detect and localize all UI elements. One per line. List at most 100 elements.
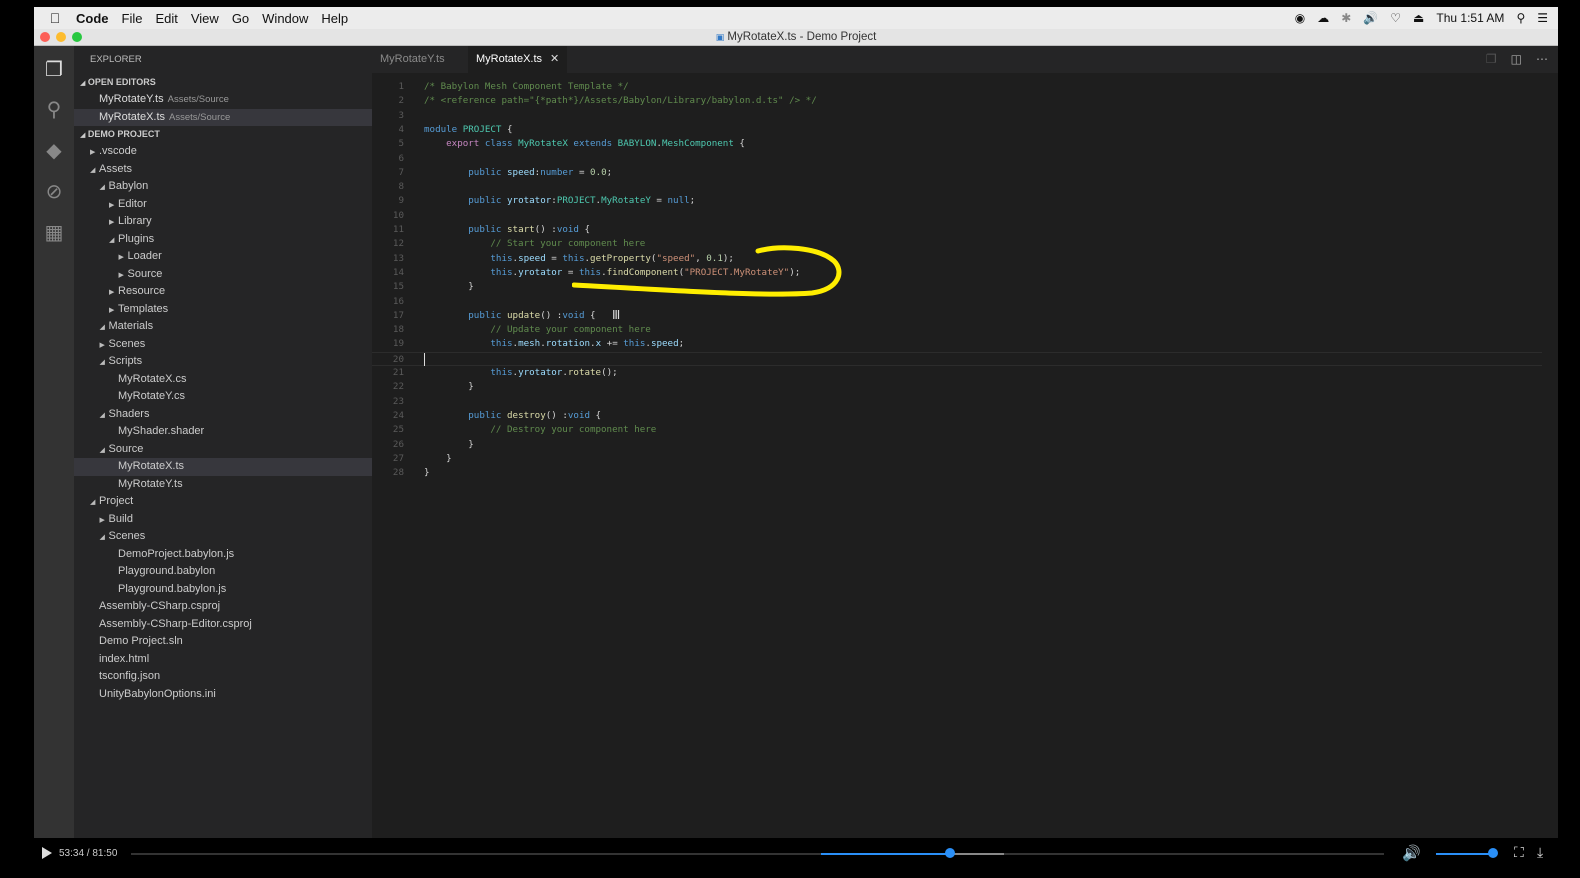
code-line[interactable]: 13 this.speed = this.getProperty("speed"… [372,252,1542,266]
play-icon[interactable] [42,847,52,859]
tab-myrotatey[interactable]: MyRotateY.ts [372,46,453,73]
tree-file-item[interactable]: UnityBabylonOptions.ini [74,686,372,704]
tree-folder-item[interactable]: ◢ Project [74,493,372,511]
code-line[interactable]: 28} [372,466,1542,480]
debug-icon[interactable]: ⊘ [42,180,66,204]
code-line[interactable]: 16 [372,295,1542,309]
tree-folder-item[interactable]: ◢ Scripts [74,353,372,371]
tree-folder-item[interactable]: ▶ Templates [74,301,372,319]
code-line[interactable]: 12 // Start your component here [372,237,1542,251]
code-line[interactable]: 21 this.yrotator.rotate(); [372,366,1542,380]
tree-file-item[interactable]: DemoProject.babylon.js [74,546,372,564]
volume-slider[interactable] [1436,853,1496,855]
tree-folder-item[interactable]: ▶ Build [74,511,372,529]
split-editor-icon[interactable]: ◫ [1511,46,1522,73]
tree-file-item[interactable]: MyRotateX.ts [74,458,372,476]
menu-window[interactable]: Window [262,11,308,26]
code-line[interactable]: 20 [372,351,1542,366]
extensions-icon[interactable]: ▦ [42,221,66,245]
menubar-clock[interactable]: Thu 1:51 AM [1436,11,1504,25]
open-changes-icon[interactable]: ❐ [1486,46,1497,73]
code-line[interactable]: 24 public destroy() :void { [372,409,1542,423]
tree-folder-item[interactable]: ▶ Editor [74,196,372,214]
tree-file-item[interactable]: MyShader.shader [74,423,372,441]
eject-icon[interactable]: ⏏ [1413,11,1424,25]
code-line[interactable]: 6 [372,152,1542,166]
tree-file-item[interactable]: Assembly-CSharp.csproj [74,598,372,616]
tree-folder-item[interactable]: ▶ .vscode [74,143,372,161]
cloud-status-icon[interactable]: ☁ [1317,11,1329,25]
code-line[interactable]: 26 } [372,438,1542,452]
bluetooth-icon[interactable]: ✱ [1341,11,1351,25]
open-editors-section[interactable]: ◢ OPEN EDITORS [74,74,372,91]
search-icon[interactable]: ⚲ [42,98,66,122]
tree-folder-item[interactable]: ▶ Library [74,213,372,231]
code-line[interactable]: 23 [372,395,1542,409]
menu-view[interactable]: View [191,11,219,26]
code-line[interactable]: 2 /* <reference path="{*path*}/Assets/Bab… [372,94,1542,108]
code-line[interactable]: 7 public speed:number = 0.0; [372,166,1542,180]
tree-folder-item[interactable]: ▶ Scenes [74,336,372,354]
tree-file-item[interactable]: Assembly-CSharp-Editor.csproj [74,616,372,634]
seek-bar[interactable] [131,853,1384,855]
code-line[interactable]: 18 // Update your component here [372,323,1542,337]
git-icon[interactable]: ◆ [42,139,66,163]
explorer-files-icon[interactable]: ❐ [42,58,66,82]
tree-file-item[interactable]: Playground.babylon [74,563,372,581]
tab-myrotatex[interactable]: MyRotateX.ts ✕ [468,46,568,73]
nvidia-status-icon[interactable]: ◉ [1295,11,1305,25]
tree-file-item[interactable]: tsconfig.json [74,668,372,686]
project-section[interactable]: ◢ DEMO PROJECT [74,126,372,143]
menu-app-name[interactable]: Code [76,11,109,26]
tree-folder-item[interactable]: ▶ Source [74,266,372,284]
code-line[interactable]: 11 public start() :void { [372,223,1542,237]
menu-help[interactable]: Help [321,11,348,26]
tree-folder-item[interactable]: ◢ Scenes [74,528,372,546]
code-line[interactable]: 14 this.yrotator = this.findComponent("P… [372,266,1542,280]
tree-file-item[interactable]: MyRotateY.cs [74,388,372,406]
code-editor[interactable]: Ⅲ 1/* Babylon Mesh Component Template */… [372,73,1558,838]
notification-center-icon[interactable]: ☰ [1537,11,1548,25]
tree-file-item[interactable]: MyRotateY.ts [74,476,372,494]
code-line[interactable]: 8 [372,180,1542,194]
fullscreen-icon[interactable]: ⛶ [1514,844,1524,861]
tree-folder-item[interactable]: ▶ Resource [74,283,372,301]
zoom-window-button[interactable] [72,32,82,42]
code-line[interactable]: 9 public yrotator:PROJECT.MyRotateY = nu… [372,194,1542,208]
minimize-window-button[interactable] [56,32,66,42]
tree-file-item[interactable]: MyRotateX.cs [74,371,372,389]
tree-folder-item[interactable]: ▶ Loader [74,248,372,266]
close-window-button[interactable] [40,32,50,42]
code-line[interactable]: 17 public update() :void { [372,309,1542,323]
code-line[interactable]: 15 } [372,280,1542,294]
menu-file[interactable]: File [122,11,143,26]
volume-handle[interactable] [1488,848,1498,858]
code-line[interactable]: 19 this.mesh.rotation.x += this.speed; [372,337,1542,351]
code-line[interactable]: 27 } [372,452,1542,466]
code-line[interactable]: 10 [372,209,1542,223]
close-tab-icon[interactable]: ✕ [550,53,559,65]
seek-handle[interactable] [945,848,956,858]
code-line[interactable]: 4 module PROJECT { [372,123,1542,137]
volume-icon[interactable]: 🔊 [1363,11,1378,25]
code-line[interactable]: 22 } [372,380,1542,394]
code-line[interactable]: 5 export class MyRotateX extends BABYLON… [372,137,1542,151]
open-editor-item[interactable]: MyRotateY.ts Assets/Source [74,91,372,109]
tree-folder-item[interactable]: ◢ Materials [74,318,372,336]
tree-file-item[interactable]: Playground.babylon.js [74,581,372,599]
download-icon[interactable]: ⤓ [1537,844,1543,861]
tree-folder-item[interactable]: ◢ Plugins [74,231,372,249]
volume-icon[interactable]: 🔊 [1402,844,1421,862]
code-line[interactable]: 3 [372,109,1542,123]
menu-edit[interactable]: Edit [155,11,177,26]
apple-menu-icon[interactable]:  [34,10,76,26]
tree-folder-item[interactable]: ◢ Shaders [74,406,372,424]
tree-file-item[interactable]: index.html [74,651,372,669]
tree-folder-item[interactable]: ◢ Assets [74,161,372,179]
more-actions-icon[interactable]: ⋯ [1536,46,1548,73]
tree-folder-item[interactable]: ◢ Babylon [74,178,372,196]
code-line[interactable]: 25 // Destroy your component here [372,423,1542,437]
code-line[interactable]: 1 /* Babylon Mesh Component Template */ [372,80,1542,94]
editor-scrollbar[interactable] [1544,73,1554,593]
wifi-icon[interactable]: ♡ [1390,11,1401,25]
